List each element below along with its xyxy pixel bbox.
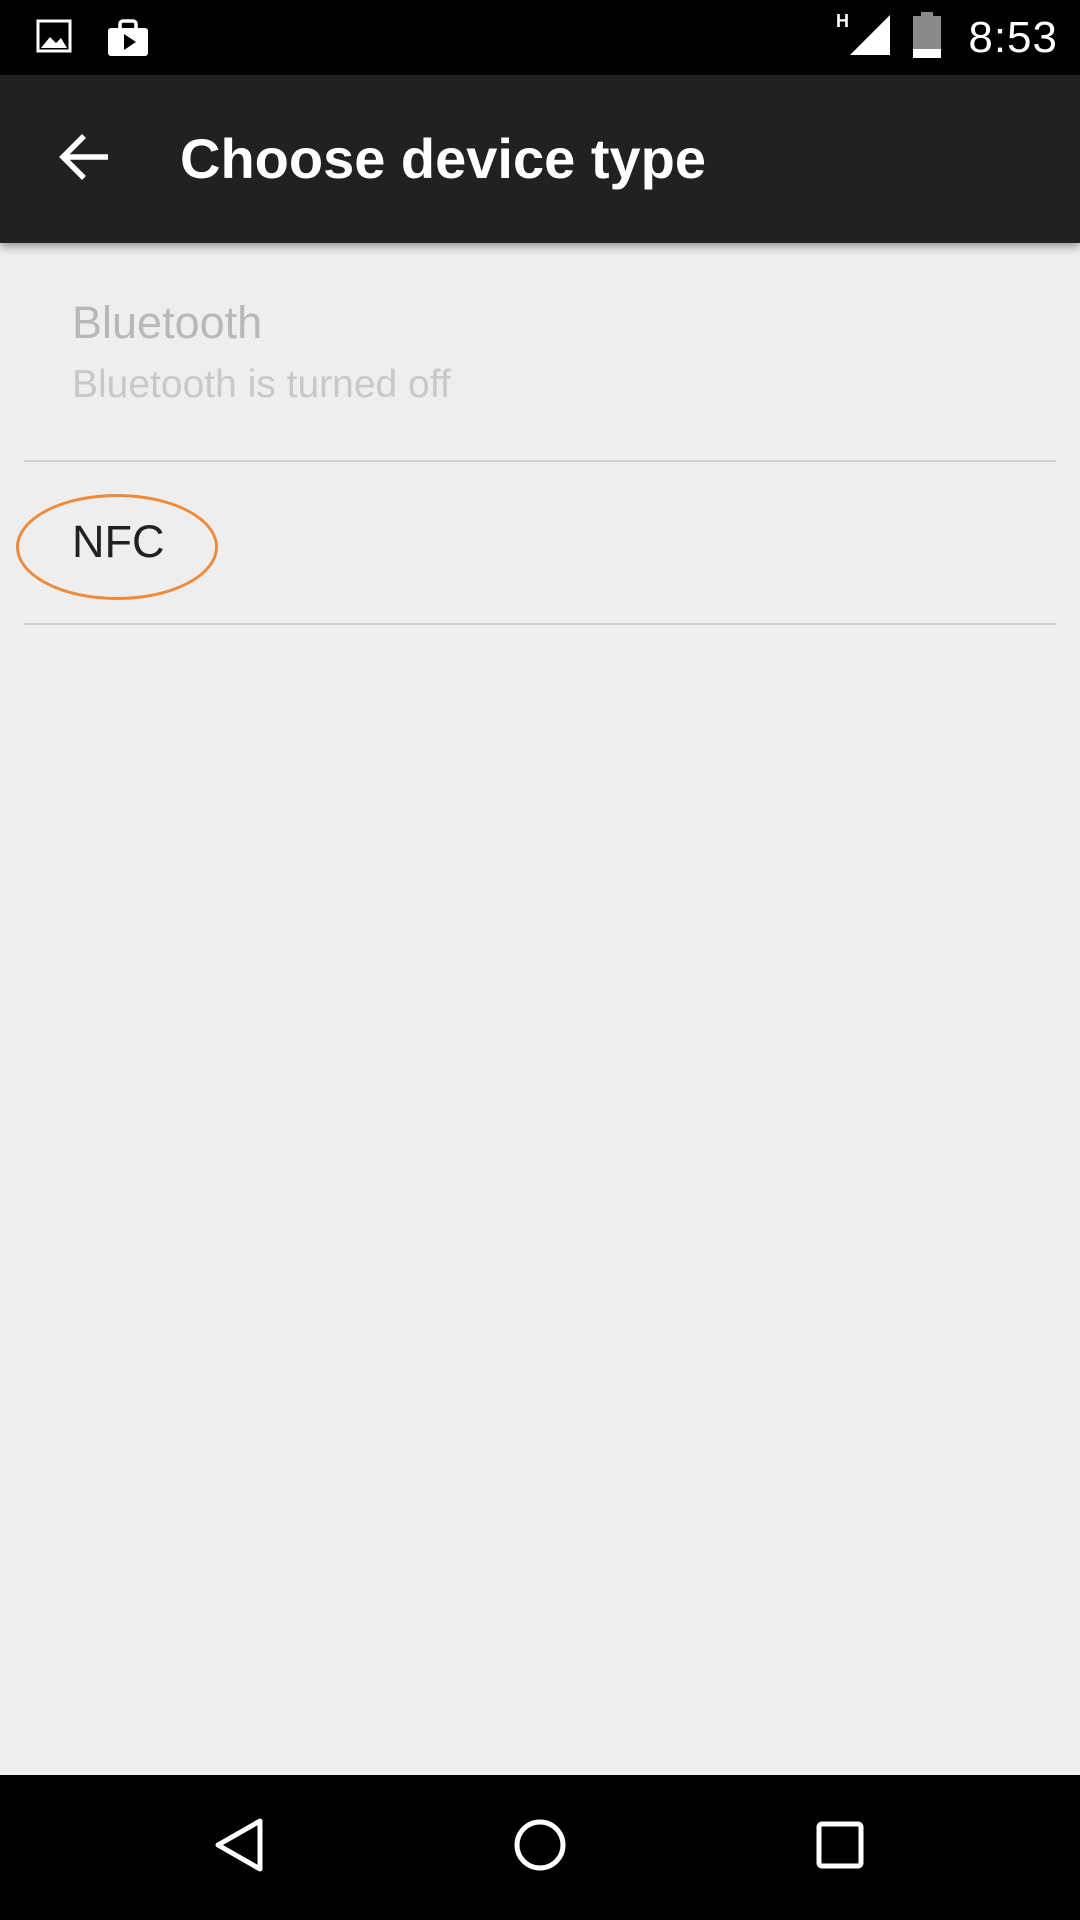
- arrow-back-icon: [58, 133, 110, 186]
- nav-home-icon: [510, 1815, 570, 1880]
- network-type-label: H: [836, 11, 849, 31]
- bluetooth-title: Bluetooth: [72, 297, 263, 348]
- image-icon: [36, 18, 72, 63]
- battery-icon: [912, 11, 942, 64]
- nav-home-button[interactable]: [490, 1797, 590, 1897]
- signal-icon: H: [836, 11, 892, 64]
- bluetooth-summary: Bluetooth is turned off: [72, 363, 451, 406]
- status-bar: H 8:53: [0, 0, 1080, 75]
- nfc-title: NFC: [72, 516, 165, 567]
- status-time: 8:53: [968, 12, 1058, 62]
- play-store-icon: [106, 18, 150, 63]
- nav-recents-icon: [810, 1815, 870, 1880]
- app-bar: Choose device type: [0, 75, 1080, 243]
- back-button[interactable]: [40, 119, 128, 199]
- list-item-nfc[interactable]: NFC: [16, 462, 1056, 625]
- list-item-bluetooth[interactable]: Bluetooth Bluetooth is turned off: [24, 243, 1056, 462]
- device-type-list: Bluetooth Bluetooth is turned off NFC: [0, 243, 1080, 1775]
- nav-recents-button[interactable]: [790, 1797, 890, 1897]
- nav-back-button[interactable]: [190, 1797, 290, 1897]
- nav-back-icon: [210, 1815, 270, 1880]
- notification-icons: [36, 18, 150, 63]
- page-title: Choose device type: [180, 127, 706, 190]
- navigation-bar: [0, 1775, 1080, 1920]
- system-icons: H 8:53: [836, 0, 1058, 75]
- list-divider: [24, 623, 1056, 625]
